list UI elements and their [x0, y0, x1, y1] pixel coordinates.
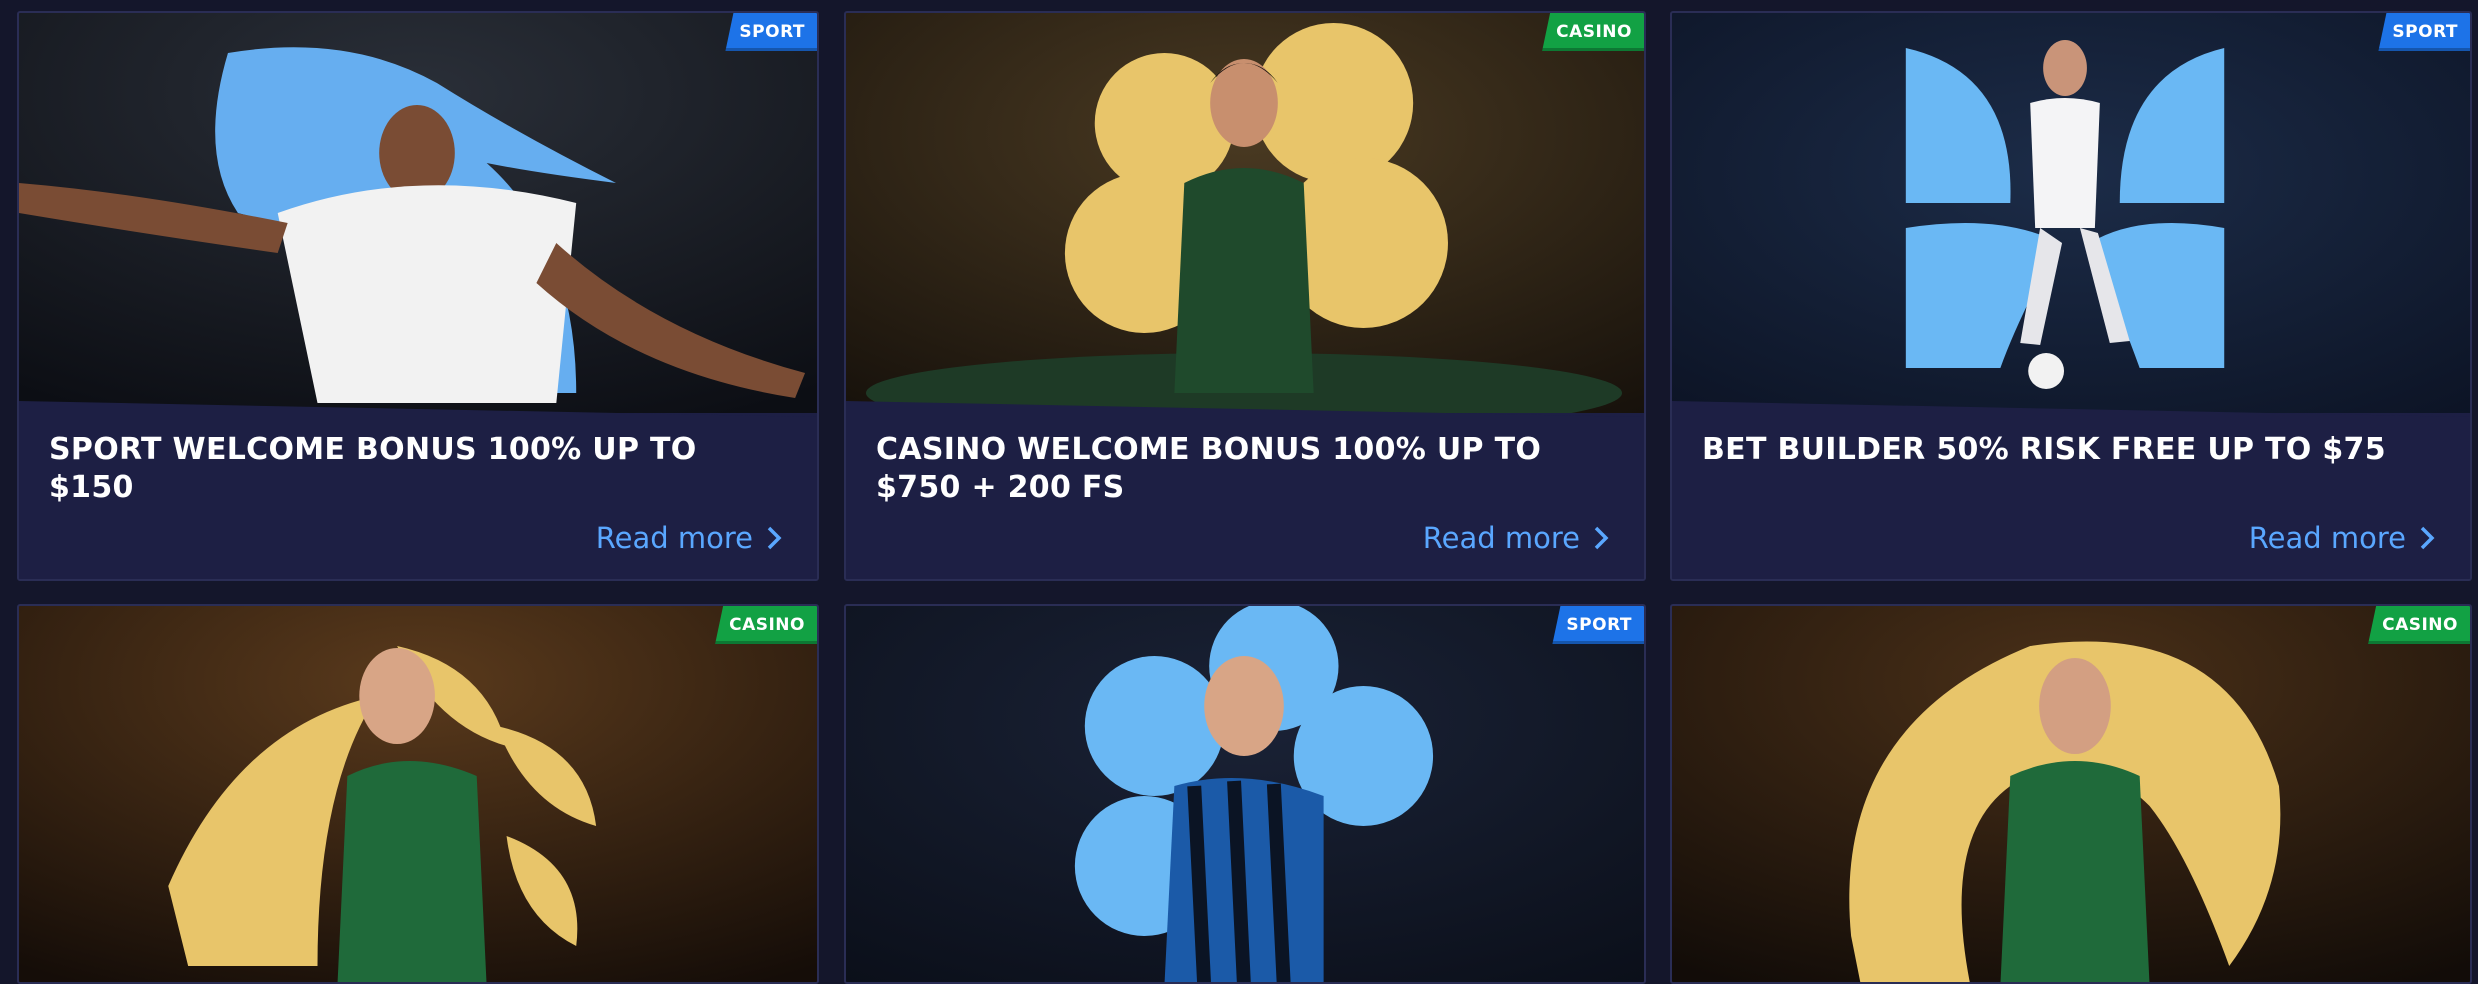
promo-image-footballer-striped [846, 606, 1644, 982]
read-more-label: Read more [595, 521, 753, 555]
promo-card-casino-welcome[interactable]: CASINO CASINO WELCOME BONUS 100% UP TO $… [844, 11, 1646, 581]
read-more-link[interactable]: Read more [596, 521, 783, 555]
promo-title: BET BUILDER 50% RISK FREE UP TO $75 [1702, 432, 2386, 467]
read-more-label: Read more [1422, 521, 1580, 555]
promo-image-football-player [19, 13, 817, 413]
promo-card-sport-2[interactable]: SPORT [844, 604, 1646, 984]
promotions-grid: SPORT SPORT WELCOME BONUS 100% UP TO $15… [0, 0, 2478, 984]
category-badge-casino: CASINO [715, 606, 817, 644]
promo-image-casino-dealer [846, 13, 1644, 413]
promo-image-woman-smiling [1672, 606, 2470, 982]
promo-card-bet-builder[interactable]: SPORT BET BUILDER 50% RISK FREE UP TO $7… [1670, 11, 2472, 581]
promo-title: SPORT WELCOME BONUS 100% UP TO $150 [49, 432, 697, 505]
promo-card-sport-welcome[interactable]: SPORT SPORT WELCOME BONUS 100% UP TO $15… [17, 11, 819, 581]
category-badge-casino: CASINO [2368, 606, 2470, 644]
read-more-link[interactable]: Read more [2249, 521, 2436, 555]
category-badge-sport: SPORT [2378, 13, 2470, 51]
category-badge-sport: SPORT [725, 13, 817, 51]
chevron-right-icon [767, 526, 782, 550]
read-more-label: Read more [2248, 521, 2406, 555]
promo-card-casino-2[interactable]: CASINO [17, 604, 819, 984]
chevron-right-icon [2420, 526, 2435, 550]
promo-image-woman-pointing [19, 606, 817, 982]
promo-card-casino-3[interactable]: CASINO [1670, 604, 2472, 984]
promo-image-footballer-with-ball [1672, 13, 2470, 413]
chevron-right-icon [1594, 526, 1609, 550]
promo-title: CASINO WELCOME BONUS 100% UP TO $750 + 2… [876, 432, 1542, 505]
category-badge-casino: CASINO [1542, 13, 1644, 51]
category-badge-sport: SPORT [1552, 606, 1644, 644]
read-more-link[interactable]: Read more [1423, 521, 1610, 555]
